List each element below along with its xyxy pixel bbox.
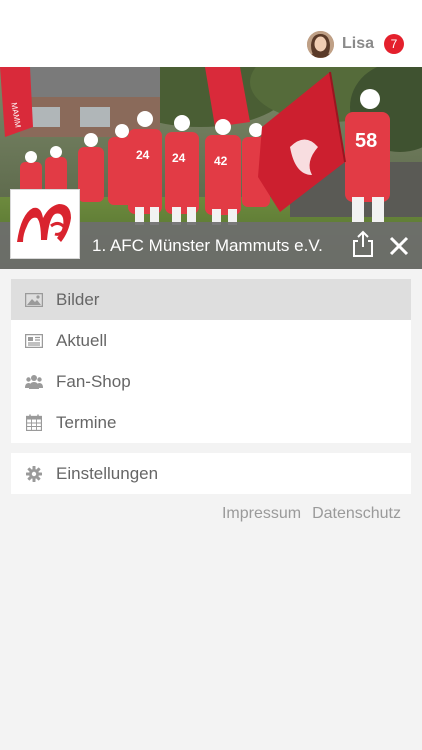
menu-item-label: Bilder — [56, 289, 100, 309]
share-icon — [353, 230, 373, 257]
user-profile[interactable]: Lisa 7 — [306, 30, 404, 58]
image-icon — [25, 291, 43, 309]
notification-badge[interactable]: 7 — [384, 34, 404, 54]
jersey-number: 58 — [355, 130, 377, 152]
jersey-number: 42 — [214, 154, 228, 168]
menu-item-bilder[interactable]: Bilder — [11, 279, 411, 320]
club-logo — [10, 189, 80, 259]
close-icon — [389, 236, 409, 256]
user-name[interactable]: Lisa — [342, 35, 374, 53]
newspaper-icon — [25, 332, 43, 350]
datenschutz-link[interactable]: Datenschutz — [312, 505, 401, 523]
menu-item-label: Aktuell — [56, 330, 108, 350]
jersey-number: 24 — [136, 148, 150, 162]
jersey-number: 24 — [172, 151, 186, 165]
settings-menu: Einstellungen — [11, 453, 411, 494]
main-menu: Bilder Aktuell Fan-Shop Termine — [11, 279, 411, 443]
menu-item-label: Fan-Shop — [56, 371, 131, 391]
gear-icon — [25, 465, 43, 483]
menu-item-termine[interactable]: Termine — [11, 402, 411, 443]
share-button[interactable] — [351, 230, 375, 258]
top-bar: Lisa 7 — [0, 0, 422, 67]
menu-item-aktuell[interactable]: Aktuell — [11, 320, 411, 361]
menu-item-fan-shop[interactable]: Fan-Shop — [11, 361, 411, 402]
impressum-link[interactable]: Impressum — [222, 505, 301, 523]
menu-item-einstellungen[interactable]: Einstellungen — [11, 453, 411, 494]
group-icon — [25, 373, 43, 391]
calendar-icon — [25, 414, 43, 432]
close-button[interactable] — [387, 234, 411, 258]
club-hero: MAMM 24 24 42 58 1. AFC Münster Mammuts … — [0, 67, 422, 269]
menu-item-label: Termine — [56, 412, 117, 432]
avatar[interactable] — [306, 30, 334, 58]
footer-links: Impressum Datenschutz — [222, 505, 401, 523]
club-name: 1. AFC Münster Mammuts e.V. — [92, 236, 323, 255]
menu-item-label: Einstellungen — [56, 463, 159, 483]
